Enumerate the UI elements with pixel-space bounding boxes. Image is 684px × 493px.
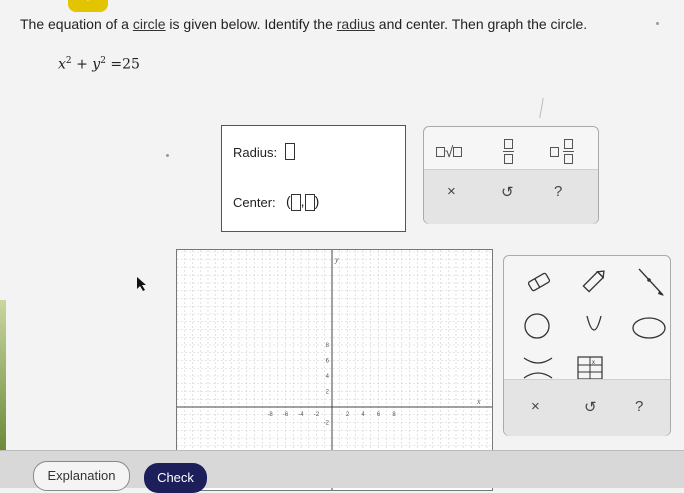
x-axis-label: x xyxy=(476,397,481,406)
x-tick-label: 8 xyxy=(392,412,396,418)
y-tick-label: 6 xyxy=(326,359,330,365)
undo-button[interactable]: ↺ xyxy=(501,183,514,201)
problem-text-1: The equation of a xyxy=(20,16,133,32)
problem-text-2: is given below. Identify the xyxy=(165,16,337,32)
eq-plus: + xyxy=(76,56,88,73)
table-tool-icon[interactable]: x xyxy=(577,356,603,380)
undo-graph-button[interactable]: ↺ xyxy=(584,398,597,416)
circle-equation: x2 + y2 =25 xyxy=(58,56,140,73)
eraser-icon[interactable] xyxy=(526,271,552,293)
box-icon xyxy=(453,147,463,157)
ellipse-tool-icon[interactable] xyxy=(631,316,667,340)
left-edge-accent xyxy=(0,300,6,450)
fraction-button[interactable] xyxy=(503,139,514,164)
close-paren: ) xyxy=(314,193,320,209)
radius-input[interactable] xyxy=(285,143,295,160)
eq-x: x xyxy=(58,56,66,73)
collapse-tab[interactable]: ▼ xyxy=(68,0,108,12)
y-tick-label: 8 xyxy=(326,343,330,349)
parabola-tool-icon[interactable] xyxy=(584,314,604,336)
check-button[interactable]: Check xyxy=(144,463,207,493)
circle-tool-icon[interactable] xyxy=(523,312,551,340)
center-label: Center: xyxy=(233,195,276,210)
x-tick-label: 6 xyxy=(377,412,381,418)
fraction-icon xyxy=(563,139,575,164)
y-axis-label: y xyxy=(334,255,339,264)
x-tick-label: 4 xyxy=(361,412,365,418)
y-tick-label: 2 xyxy=(326,390,330,396)
x-tick-label: -2 xyxy=(314,412,320,418)
clear-graph-button[interactable]: × xyxy=(531,398,540,415)
hyperbola-tool-icon[interactable] xyxy=(522,356,554,380)
x-tick-label: -6 xyxy=(283,412,289,418)
x-tick-label: -8 xyxy=(267,412,273,418)
radius-label: Radius: xyxy=(233,145,278,160)
mixed-number-button[interactable] xyxy=(550,139,575,164)
clear-button[interactable]: × xyxy=(447,183,456,200)
center-y-input[interactable] xyxy=(304,193,315,211)
radius-link[interactable]: radius xyxy=(337,16,375,32)
math-palette: √ × ↺ ? xyxy=(423,126,599,224)
help-button[interactable]: ? xyxy=(554,183,562,200)
drawing-tools: x × ↺ ? xyxy=(503,255,671,436)
stray-dot xyxy=(656,22,659,25)
circle-link[interactable]: circle xyxy=(133,16,166,32)
sqrt-icon: √ xyxy=(445,144,454,161)
mouse-cursor-icon xyxy=(137,277,146,291)
center-input-group: (,) xyxy=(286,193,319,211)
eq-y: y xyxy=(92,56,101,73)
eq-rhs: 25 xyxy=(122,56,140,73)
sqrt-button[interactable]: √ xyxy=(436,144,463,161)
x-tick-label: -4 xyxy=(298,412,304,418)
box-icon xyxy=(436,147,445,157)
text-cursor xyxy=(539,98,550,118)
fraction-icon xyxy=(503,139,514,164)
y-tick-label: -2 xyxy=(324,421,330,427)
box-icon xyxy=(550,146,559,157)
line-tool-icon[interactable] xyxy=(636,266,666,298)
problem-statement: The equation of a circle is given below.… xyxy=(20,16,587,32)
svg-text:x: x xyxy=(592,360,595,366)
pencil-icon[interactable] xyxy=(580,268,608,294)
answer-box: Radius: Center: (,) xyxy=(221,125,406,232)
eq-exp-y: 2 xyxy=(100,56,106,66)
eq-equals: = xyxy=(110,56,123,73)
help-graph-button[interactable]: ? xyxy=(635,398,643,415)
stray-dot xyxy=(166,154,169,157)
chevron-down-icon: ▼ xyxy=(82,0,94,4)
problem-text-3: and center. Then graph the circle. xyxy=(374,16,588,32)
y-tick-label: 4 xyxy=(326,374,330,380)
eq-exp-x: 2 xyxy=(65,56,72,66)
center-x-input[interactable] xyxy=(290,193,301,211)
